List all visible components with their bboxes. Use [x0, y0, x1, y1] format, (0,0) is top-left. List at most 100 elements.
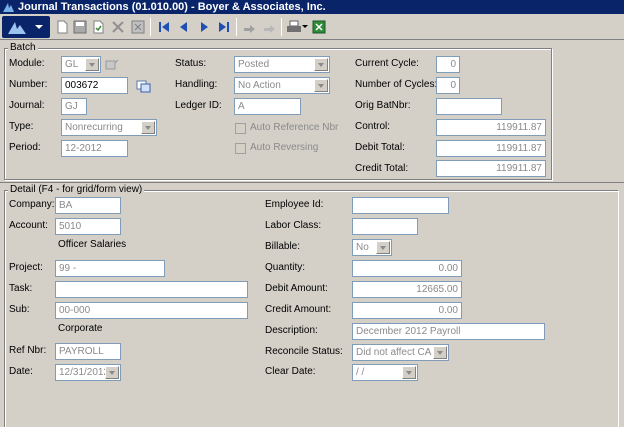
- chevron-down-icon: [433, 346, 447, 359]
- control-field[interactable]: 119911.87: [436, 119, 546, 136]
- period-field[interactable]: 12-2012: [61, 140, 128, 157]
- sub-label: Sub:: [9, 304, 30, 315]
- date-label: Date:: [9, 366, 33, 377]
- ledger-id-field[interactable]: A: [234, 98, 301, 115]
- toolbar: [0, 14, 624, 40]
- labor-class-label: Labor Class:: [265, 220, 322, 231]
- reconcile-status-field[interactable]: Did not affect CA: [352, 344, 449, 361]
- company-label: Company:: [9, 199, 55, 210]
- auto-reference-label: Auto Reference Nbr: [250, 122, 339, 133]
- finish-icon[interactable]: [90, 19, 106, 35]
- delete-icon[interactable]: [110, 19, 126, 35]
- description-label: Description:: [265, 325, 318, 336]
- orig-batnbr-field[interactable]: [436, 98, 502, 115]
- debit-total-label: Debit Total:: [355, 142, 405, 153]
- chevron-down-icon: [376, 241, 390, 254]
- credit-amount-field[interactable]: 0.00: [352, 302, 462, 319]
- number-label: Number:: [9, 79, 48, 90]
- number-of-cycles-field[interactable]: 0: [436, 77, 460, 94]
- ref-nbr-label: Ref Nbr:: [9, 345, 47, 356]
- copy-icon[interactable]: [242, 19, 258, 35]
- account-description: Officer Salaries: [58, 239, 127, 250]
- number-of-cycles-label: Number of Cycles:: [355, 79, 438, 90]
- chevron-down-icon[interactable]: [302, 25, 308, 28]
- task-field[interactable]: [55, 281, 248, 298]
- ref-nbr-field[interactable]: PAYROLL: [55, 343, 121, 360]
- debit-amount-field[interactable]: 12665.00: [352, 281, 462, 298]
- project-field[interactable]: 99 -: [55, 260, 165, 277]
- section-divider: [0, 182, 624, 183]
- handling-label: Handling:: [175, 79, 218, 90]
- period-label: Period:: [9, 142, 41, 153]
- project-label: Project:: [9, 262, 43, 273]
- chevron-down-icon: [402, 366, 416, 379]
- auto-reversing-label: Auto Reversing: [250, 142, 319, 153]
- module-field[interactable]: GL: [61, 56, 101, 73]
- handling-field[interactable]: No Action: [234, 77, 330, 94]
- chevron-down-icon: [314, 58, 328, 71]
- batch-group-title: Batch: [8, 42, 38, 54]
- ledger-id-label: Ledger ID:: [175, 100, 222, 111]
- description-field[interactable]: December 2012 Payroll: [352, 323, 545, 340]
- toolbar-separator: [150, 18, 151, 36]
- current-cycle-field[interactable]: 0: [436, 56, 460, 73]
- first-record-icon[interactable]: [156, 19, 172, 35]
- employee-id-label: Employee Id:: [265, 199, 324, 210]
- account-field[interactable]: 5010: [55, 218, 121, 235]
- credit-total-field[interactable]: 119911.87: [436, 160, 546, 177]
- credit-amount-label: Credit Amount:: [265, 304, 332, 315]
- journal-label: Journal:: [9, 100, 45, 111]
- journal-field[interactable]: GJ: [61, 98, 87, 115]
- detail-group-title: Detail (F4 - for grid/form view): [8, 184, 145, 196]
- chevron-down-icon: [105, 366, 119, 379]
- auto-reference-checkbox[interactable]: [235, 123, 246, 134]
- last-record-icon[interactable]: [216, 19, 232, 35]
- chevron-down-icon: [314, 79, 328, 92]
- chevron-down-icon: [85, 58, 99, 71]
- sub-description: Corporate: [58, 323, 103, 334]
- clear-date-field[interactable]: / /: [352, 364, 418, 381]
- batch-lookup-icon[interactable]: [136, 79, 152, 93]
- date-field[interactable]: 12/31/2012: [55, 364, 121, 381]
- reconcile-status-label: Reconcile Status:: [265, 346, 343, 357]
- account-label: Account:: [9, 220, 48, 231]
- toolbar-separator: [236, 18, 237, 36]
- status-label: Status:: [175, 58, 207, 69]
- app-logo-icon: [3, 3, 14, 12]
- number-field[interactable]: 003672: [61, 77, 128, 94]
- next-record-icon[interactable]: [196, 19, 212, 35]
- quantity-field[interactable]: 0.00: [352, 260, 462, 277]
- clear-date-label: Clear Date:: [265, 366, 316, 377]
- status-field[interactable]: Posted: [234, 56, 330, 73]
- debit-total-field[interactable]: 119911.87: [436, 140, 546, 157]
- quantity-label: Quantity:: [265, 262, 306, 273]
- toolbar-separator: [281, 18, 282, 36]
- app-menu-button[interactable]: [2, 16, 50, 38]
- labor-class-field[interactable]: [352, 218, 418, 235]
- sub-field[interactable]: 00-000: [55, 302, 248, 319]
- module-label: Module:: [9, 58, 45, 69]
- print-icon[interactable]: [286, 19, 302, 35]
- auto-reversing-checkbox[interactable]: [235, 143, 246, 154]
- orig-batnbr-label: Orig BatNbr:: [355, 100, 411, 111]
- type-label: Type:: [9, 121, 34, 132]
- save-icon[interactable]: [72, 19, 88, 35]
- employee-id-field[interactable]: [352, 197, 449, 214]
- excel-icon[interactable]: [311, 19, 327, 35]
- chevron-down-icon: [141, 121, 155, 134]
- company-field[interactable]: BA: [55, 197, 121, 214]
- type-field[interactable]: Nonrecurring: [61, 119, 157, 136]
- module-lookup-icon[interactable]: [104, 57, 120, 71]
- billable-field[interactable]: No: [352, 239, 392, 256]
- new-icon[interactable]: [54, 19, 70, 35]
- cancel-icon[interactable]: [130, 19, 146, 35]
- billable-label: Billable:: [265, 241, 301, 252]
- window-title: Journal Transactions (01.010.00) - Boyer…: [18, 1, 326, 13]
- prev-record-icon[interactable]: [176, 19, 192, 35]
- paste-icon[interactable]: [262, 19, 278, 35]
- debit-amount-label: Debit Amount:: [265, 283, 328, 294]
- current-cycle-label: Current Cycle:: [355, 58, 419, 69]
- control-label: Control:: [355, 121, 391, 132]
- title-bar: Journal Transactions (01.010.00) - Boyer…: [0, 0, 624, 14]
- app-logo-icon: [8, 22, 26, 34]
